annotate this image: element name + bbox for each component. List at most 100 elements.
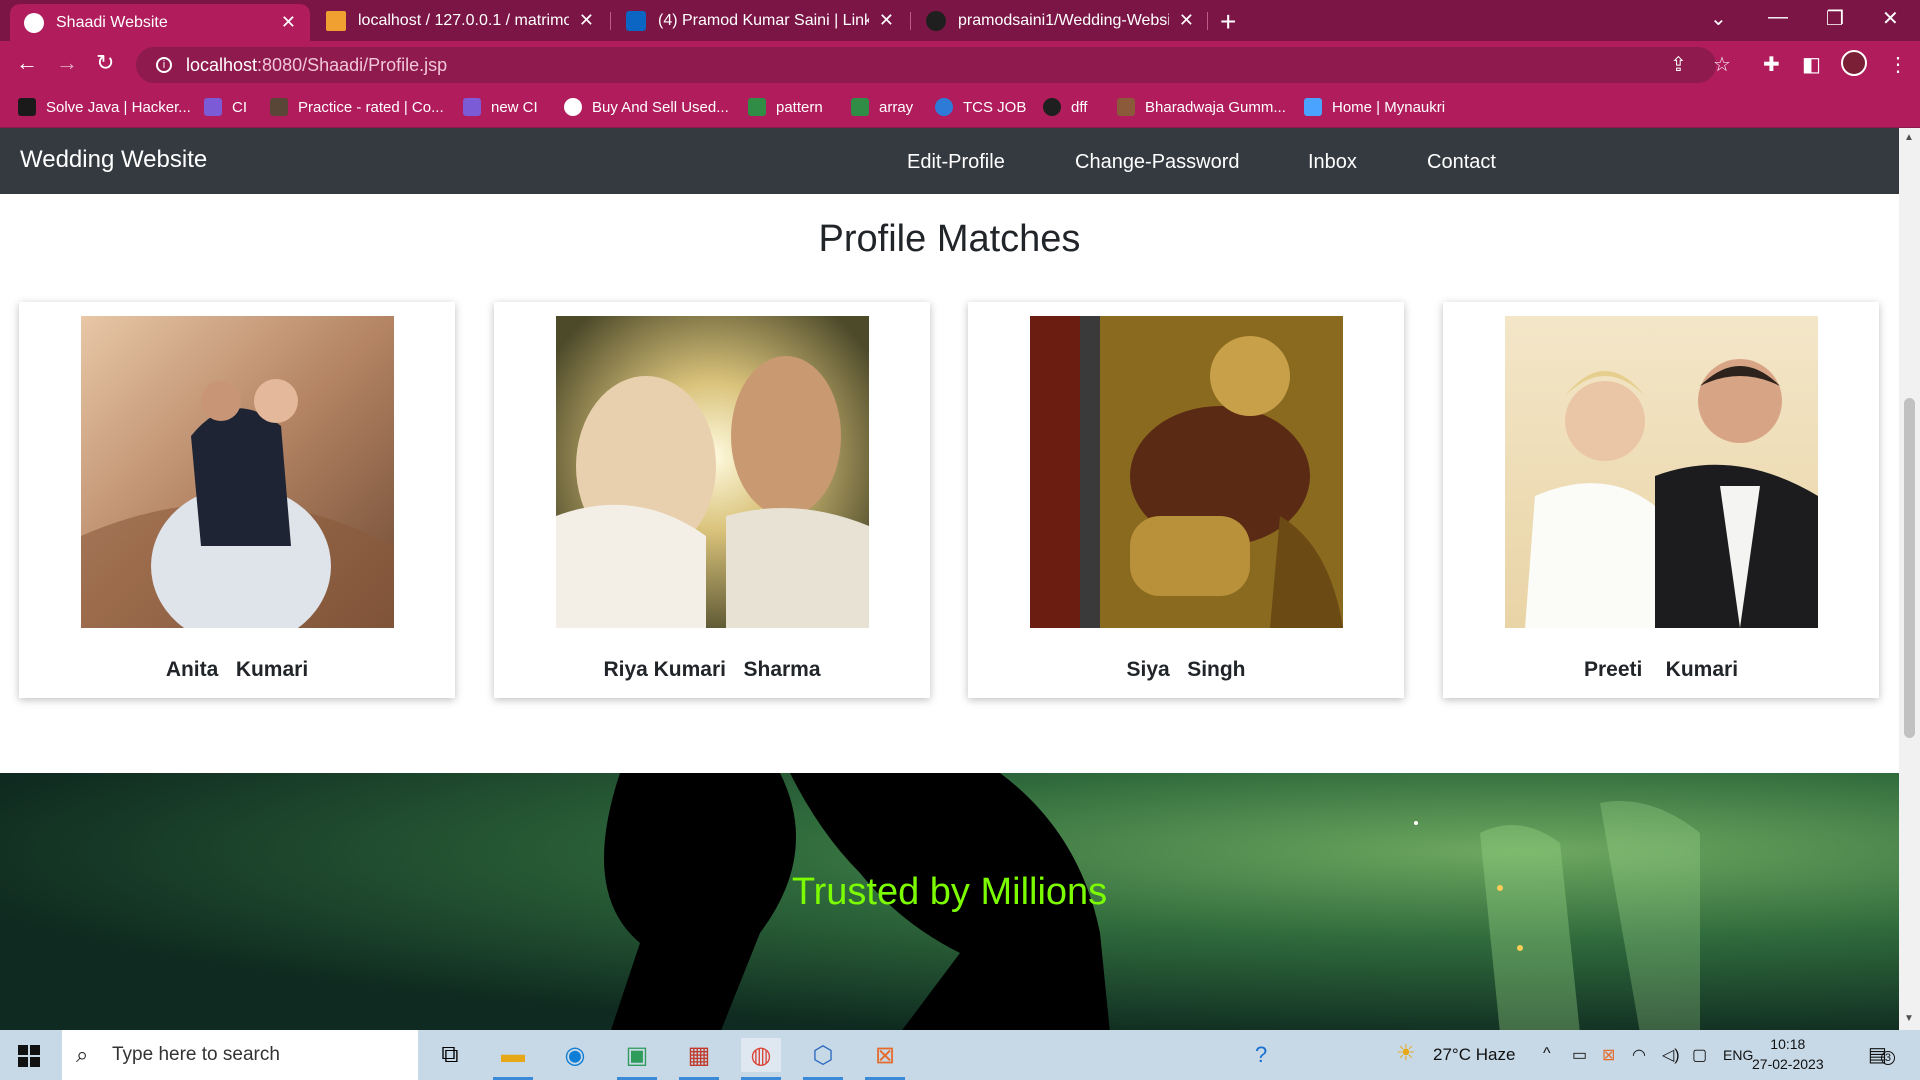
language-indicator[interactable]: ENG — [1723, 1047, 1753, 1063]
nav-inbox[interactable]: Inbox — [1308, 151, 1357, 174]
task-view-icon[interactable]: ⧉ — [430, 1038, 470, 1072]
tab-title: Shaadi Website — [56, 13, 168, 31]
bookmark-label: Home | Mynaukri — [1332, 98, 1446, 116]
volume-icon[interactable]: ◁) — [1662, 1045, 1680, 1065]
address-bar[interactable]: i localhost:8080/Shaadi/Profile.jsp — [136, 47, 1716, 83]
profile-name: Riya Kumari Sharma — [603, 658, 821, 681]
reload-icon[interactable]: ↻ — [96, 50, 114, 76]
tab-separator — [610, 12, 611, 30]
windows-start-icon[interactable] — [18, 1045, 40, 1072]
close-window-icon[interactable]: ✕ — [1882, 6, 1899, 31]
nav-contact[interactable]: Contact — [1427, 151, 1496, 174]
clock-time: 10:18 — [1770, 1036, 1806, 1052]
bookmark-item[interactable]: pattern — [748, 98, 823, 116]
wifi-icon[interactable]: ◠ — [1632, 1045, 1646, 1065]
profile-name: Preeti Kumari — [1583, 658, 1739, 681]
tab-linkedin[interactable]: (4) Pramod Kumar Saini | LinkedIn ✕ — [612, 0, 908, 41]
tab-title: pramodsaini1/Wedding-Website — [958, 11, 1169, 29]
media-app-icon[interactable]: ▦ — [679, 1038, 719, 1080]
weather-text[interactable]: 27°C Haze — [1433, 1045, 1515, 1065]
profile-avatar[interactable] — [1841, 50, 1867, 76]
bookmark-star-icon[interactable]: ☆ — [1713, 52, 1731, 77]
bookmark-item[interactable]: Bharadwaja Gumm... — [1117, 98, 1286, 116]
taskbar-search-box[interactable]: ⌕ Type here to search — [62, 1030, 418, 1080]
bookmark-label: Bharadwaja Gumm... — [1145, 98, 1286, 116]
chevron-up-icon[interactable]: ^ — [1543, 1045, 1551, 1063]
minimize-icon[interactable]: — — [1768, 6, 1788, 29]
profile-card[interactable]: Preeti Kumari — [1443, 302, 1879, 698]
help-icon[interactable]: ? — [1255, 1042, 1267, 1068]
tcs-icon — [935, 98, 953, 116]
clock[interactable]: 10:18 27-02-2023 — [1752, 1034, 1824, 1074]
bookmark-item[interactable]: new CI — [463, 98, 538, 116]
share-icon[interactable]: ⇪ — [1670, 52, 1687, 77]
bookmark-label: CI — [232, 98, 247, 116]
side-panel-icon[interactable]: ◧ — [1802, 52, 1821, 77]
bookmark-item[interactable]: array — [851, 98, 913, 116]
tab-search-icon[interactable]: ⌄ — [1710, 6, 1727, 31]
bookmark-item[interactable]: Solve Java | Hacker... — [18, 98, 191, 116]
page-title: Profile Matches — [818, 218, 1081, 260]
menu-kebab-icon[interactable]: ⋮ — [1888, 52, 1908, 77]
scrollbar-thumb[interactable] — [1904, 398, 1915, 738]
bookmark-label: dff — [1071, 98, 1088, 116]
edge-icon[interactable]: ◉ — [555, 1038, 595, 1072]
bookmark-item[interactable]: Home | Mynaukri — [1304, 98, 1445, 116]
display-icon[interactable]: ▢ — [1692, 1045, 1707, 1065]
ci-icon — [463, 98, 481, 116]
bookmark-item[interactable]: Buy And Sell Used... — [564, 98, 729, 116]
bookmark-item[interactable]: Practice - rated | Co... — [270, 98, 444, 116]
browser-toolbar: ← → ↻ i localhost:8080/Shaadi/Profile.js… — [0, 41, 1920, 89]
close-tab-icon[interactable]: ✕ — [281, 12, 296, 33]
scroll-up-icon[interactable]: ▲ — [1904, 132, 1914, 143]
tab-phpmyadmin[interactable]: localhost / 127.0.0.1 / matrimonia ✕ — [312, 0, 608, 41]
nav-change-password[interactable]: Change-Password — [1075, 151, 1240, 174]
globe-icon — [564, 98, 582, 116]
tab-github[interactable]: pramodsaini1/Wedding-Website ✕ — [912, 0, 1208, 41]
battery-icon[interactable]: ▭ — [1572, 1045, 1587, 1065]
file-explorer-icon[interactable]: ▬ — [493, 1038, 533, 1080]
back-icon[interactable]: ← — [16, 50, 38, 76]
profile-card[interactable]: Anita Kumari — [19, 302, 455, 698]
nav-edit-profile[interactable]: Edit-Profile — [907, 151, 1005, 174]
profile-name: Siya Singh — [1126, 658, 1246, 681]
close-tab-icon[interactable]: ✕ — [879, 10, 894, 31]
github-icon — [926, 10, 946, 31]
bookmark-label: pattern — [776, 98, 823, 116]
codechef-icon — [270, 98, 288, 116]
extensions-icon[interactable]: ✚ — [1763, 52, 1780, 77]
github-icon — [1043, 98, 1061, 116]
profile-photo — [1505, 316, 1818, 628]
ci-icon — [204, 98, 222, 116]
xampp-icon[interactable]: ⊠ — [865, 1038, 905, 1080]
page-scrollbar[interactable]: ▲ ▼ — [1899, 128, 1920, 1030]
site-brand[interactable]: Wedding Website — [20, 146, 207, 174]
tab-separator — [1207, 12, 1208, 30]
xampp-tray-icon[interactable]: ⊠ — [1602, 1045, 1615, 1065]
notification-icon[interactable]: ▤3 — [1868, 1042, 1896, 1067]
site-info-icon[interactable]: i — [156, 57, 172, 73]
chrome-icon[interactable]: ◍ — [741, 1038, 781, 1080]
bookmark-item[interactable]: CI — [204, 98, 247, 116]
virtualbox-icon[interactable]: ⬡ — [803, 1038, 843, 1080]
bookmark-label: new CI — [491, 98, 538, 116]
site-navbar: Wedding Website Edit-Profile Change-Pass… — [0, 128, 1899, 194]
scroll-down-icon[interactable]: ▼ — [1904, 1013, 1914, 1024]
close-tab-icon[interactable]: ✕ — [579, 10, 594, 31]
tab-shaadi-website[interactable]: Shaadi Website ✕ — [10, 4, 310, 41]
profile-name: Anita Kumari — [165, 658, 309, 681]
profile-card[interactable]: Riya Kumari Sharma — [494, 302, 930, 698]
profile-card[interactable]: Siya Singh — [968, 302, 1404, 698]
geeksforgeeks-icon — [851, 98, 869, 116]
bookmark-label: TCS JOB — [963, 98, 1027, 116]
profile-photo — [81, 316, 394, 628]
bookmark-item[interactable]: TCS JOB — [935, 98, 1026, 116]
bookmark-item[interactable]: dff — [1043, 98, 1087, 116]
close-tab-icon[interactable]: ✕ — [1179, 10, 1194, 31]
weather-icon: ☀ — [1396, 1040, 1416, 1065]
new-tab-button[interactable]: + — [1220, 6, 1236, 38]
editor-app-icon[interactable]: ▣ — [617, 1038, 657, 1080]
profile-photo — [1030, 316, 1343, 628]
forward-icon[interactable]: → — [56, 50, 78, 76]
restore-icon[interactable]: ❐ — [1826, 6, 1844, 31]
